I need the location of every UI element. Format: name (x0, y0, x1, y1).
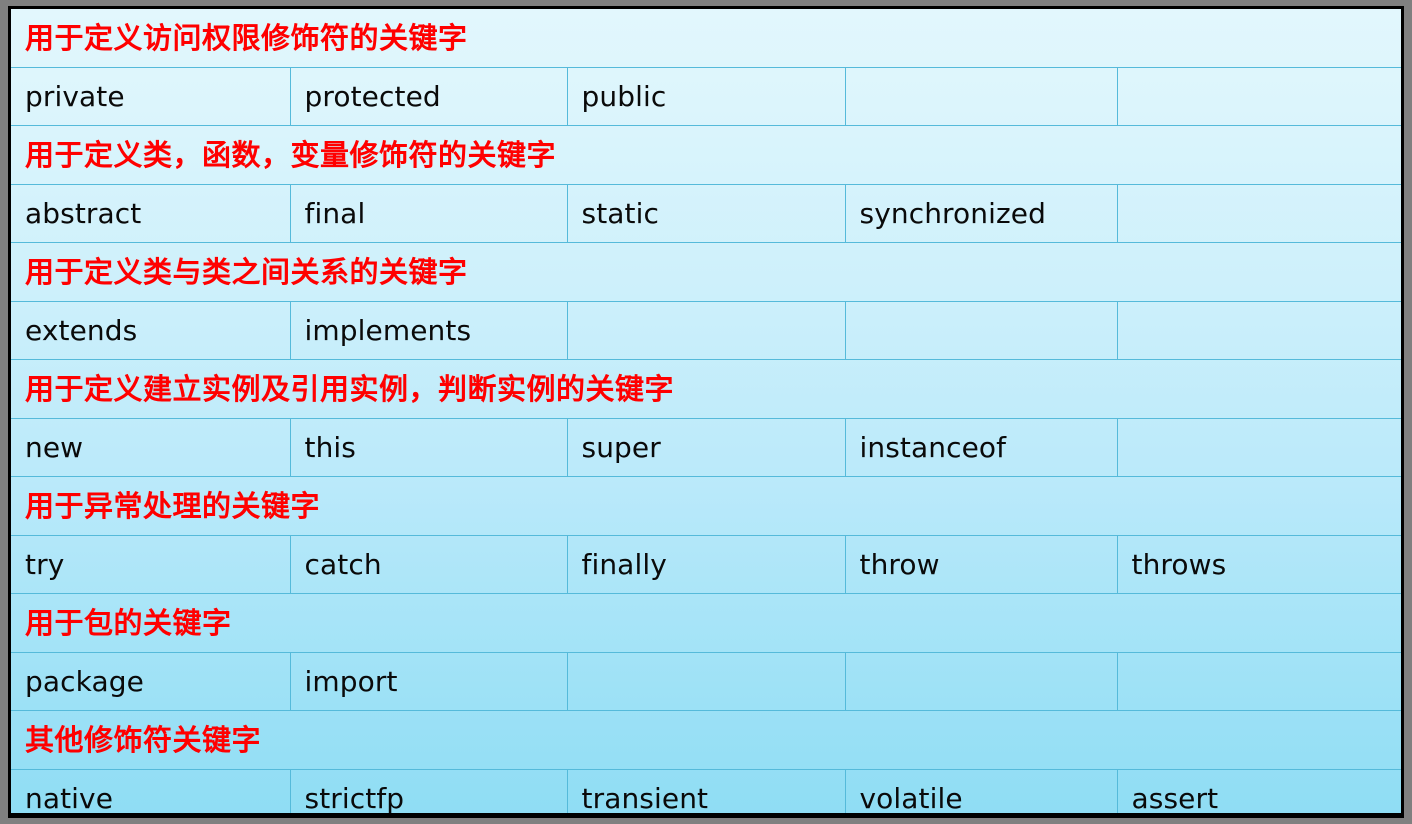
slide-canvas: 用于定义访问权限修饰符的关键字 private protected public… (0, 0, 1412, 824)
table-row: extends implements (11, 301, 1401, 360)
keyword-cell[interactable] (844, 301, 1118, 360)
category-label: 其他修饰符关键字 (25, 722, 262, 757)
keyword-cell[interactable]: volatile (844, 769, 1118, 813)
keyword-label: protected (304, 79, 441, 113)
keyword-cell[interactable]: private (11, 67, 291, 126)
keyword-cell[interactable]: this (289, 418, 568, 477)
keyword-cell[interactable] (1116, 67, 1401, 126)
keyword-cell[interactable]: assert (1116, 769, 1401, 813)
category-row: 用于定义建立实例及引用实例，判断实例的关键字 (11, 359, 1401, 419)
keyword-cell[interactable]: extends (11, 301, 291, 360)
category-cell: 其他修饰符关键字 (11, 710, 1401, 770)
category-row: 用于定义访问权限修饰符的关键字 (11, 9, 1401, 68)
keyword-cell[interactable]: final (289, 184, 568, 243)
keyword-label: instanceof (859, 430, 1007, 464)
table-row: private protected public (11, 67, 1401, 126)
keyword-label: implements (304, 313, 472, 347)
keyword-label: assert (1131, 781, 1219, 813)
keyword-cell[interactable]: native (11, 769, 291, 813)
keyword-label: static (581, 196, 659, 230)
keyword-cell[interactable]: throws (1116, 535, 1401, 594)
category-row: 其他修饰符关键字 (11, 710, 1401, 770)
keyword-label: private (25, 79, 125, 113)
keyword-label: try (25, 547, 65, 581)
keyword-cell[interactable]: new (11, 418, 291, 477)
keyword-cell[interactable]: catch (289, 535, 568, 594)
keyword-cell[interactable]: abstract (11, 184, 291, 243)
category-label: 用于定义类，函数，变量修饰符的关键字 (25, 137, 557, 172)
keyword-label: public (581, 79, 667, 113)
category-label: 用于包的关键字 (25, 605, 232, 640)
keyword-cell[interactable] (566, 301, 846, 360)
keyword-label: import (304, 664, 398, 698)
keyword-label: throws (1131, 547, 1227, 581)
keyword-cell[interactable] (1116, 652, 1401, 711)
keyword-cell[interactable]: throw (844, 535, 1118, 594)
keyword-cell[interactable] (1116, 418, 1401, 477)
category-label: 用于定义建立实例及引用实例，判断实例的关键字 (25, 371, 675, 406)
category-cell: 用于定义类，函数，变量修饰符的关键字 (11, 125, 1401, 185)
keyword-label: abstract (25, 196, 142, 230)
keyword-cell[interactable]: super (566, 418, 846, 477)
java-keywords-table: 用于定义访问权限修饰符的关键字 private protected public… (11, 9, 1401, 813)
keyword-label: package (25, 664, 144, 698)
keyword-cell[interactable] (844, 67, 1118, 126)
table-row: new this super instanceof (11, 418, 1401, 477)
keyword-cell[interactable]: transient (566, 769, 846, 813)
keyword-label: this (304, 430, 356, 464)
keyword-label: synchronized (859, 196, 1046, 230)
keyword-label: extends (25, 313, 138, 347)
table-body: 用于定义访问权限修饰符的关键字 private protected public… (11, 9, 1401, 813)
keyword-cell[interactable]: finally (566, 535, 846, 594)
keyword-label: transient (581, 781, 709, 813)
table-row: native strictfp transient volatile asser… (11, 769, 1401, 813)
keyword-cell[interactable] (844, 652, 1118, 711)
keyword-cell[interactable]: synchronized (844, 184, 1118, 243)
keyword-label: volatile (859, 781, 963, 813)
table-row: try catch finally throw throws (11, 535, 1401, 594)
keyword-label: native (25, 781, 114, 813)
category-row: 用于定义类，函数，变量修饰符的关键字 (11, 125, 1401, 185)
keyword-cell[interactable]: implements (289, 301, 568, 360)
keyword-label: final (304, 196, 366, 230)
keyword-label: new (25, 430, 84, 464)
table-row: abstract final static synchronized (11, 184, 1401, 243)
keyword-cell[interactable]: instanceof (844, 418, 1118, 477)
category-cell: 用于定义建立实例及引用实例，判断实例的关键字 (11, 359, 1401, 419)
keyword-cell[interactable]: strictfp (289, 769, 568, 813)
keyword-cell[interactable]: static (566, 184, 846, 243)
keyword-label: super (581, 430, 661, 464)
keyword-label: catch (304, 547, 382, 581)
keyword-label: throw (859, 547, 940, 581)
keyword-cell[interactable] (566, 652, 846, 711)
keyword-label: finally (581, 547, 667, 581)
category-cell: 用于定义类与类之间关系的关键字 (11, 242, 1401, 302)
keyword-cell[interactable]: import (289, 652, 568, 711)
keyword-label: strictfp (304, 781, 405, 813)
keyword-cell[interactable]: public (566, 67, 846, 126)
category-cell: 用于异常处理的关键字 (11, 476, 1401, 536)
keyword-cell[interactable] (1116, 184, 1401, 243)
keyword-cell[interactable]: package (11, 652, 291, 711)
keywords-table-container: 用于定义访问权限修饰符的关键字 private protected public… (11, 9, 1401, 813)
table-row: package import (11, 652, 1401, 711)
category-label: 用于异常处理的关键字 (25, 488, 321, 523)
category-row: 用于异常处理的关键字 (11, 476, 1401, 536)
category-row: 用于定义类与类之间关系的关键字 (11, 242, 1401, 302)
category-label: 用于定义类与类之间关系的关键字 (25, 254, 468, 289)
category-row: 用于包的关键字 (11, 593, 1401, 653)
category-cell: 用于定义访问权限修饰符的关键字 (11, 9, 1401, 68)
keyword-cell[interactable] (1116, 301, 1401, 360)
keyword-cell[interactable]: try (11, 535, 291, 594)
keyword-cell[interactable]: protected (289, 67, 568, 126)
category-cell: 用于包的关键字 (11, 593, 1401, 653)
category-label: 用于定义访问权限修饰符的关键字 (25, 20, 468, 55)
